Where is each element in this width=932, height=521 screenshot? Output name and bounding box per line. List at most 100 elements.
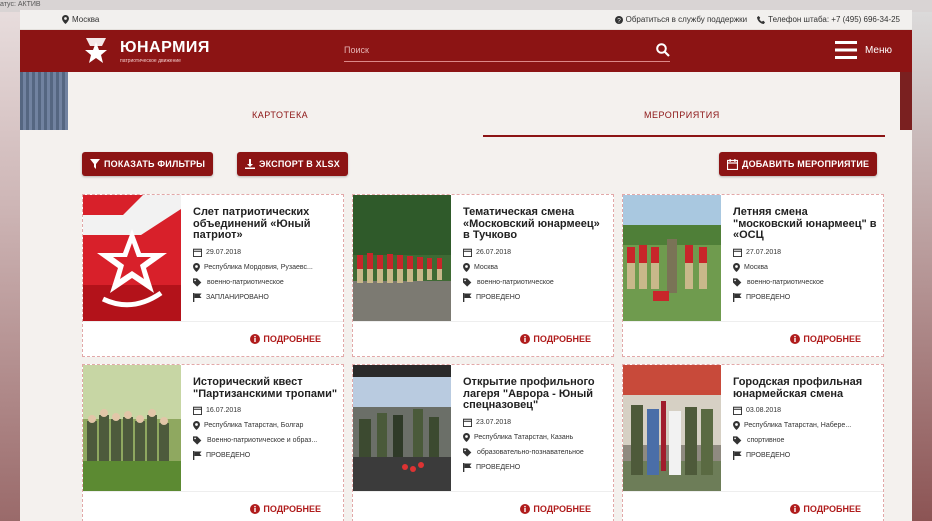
- event-category-text: военно-патриотическое: [477, 278, 554, 286]
- event-details: Городская профильная юнармейская смена 0…: [733, 376, 879, 463]
- site-logo[interactable]: ЮНАРМИЯ патриотическое движение: [76, 34, 210, 68]
- download-icon: [245, 159, 255, 169]
- event-location-text: Москва: [744, 263, 768, 271]
- tab-kartoteka[interactable]: КАРТОТЕКА: [252, 110, 308, 120]
- map-pin-icon: [463, 432, 470, 442]
- calendar-icon: [193, 406, 202, 415]
- tabs: КАРТОТЕКА МЕРОПРИЯТИЯ: [68, 72, 900, 137]
- event-details: Исторический квест "Партизанскими тропам…: [193, 376, 339, 463]
- event-card[interactable]: Городская профильная юнармейская смена 0…: [622, 364, 884, 521]
- details-link[interactable]: ПОДРОБНЕЕ: [520, 504, 591, 514]
- event-image: [623, 365, 721, 491]
- tags-icon: [463, 277, 472, 287]
- event-date: 29.07.2018: [193, 245, 339, 260]
- details-link[interactable]: ПОДРОБНЕЕ: [250, 504, 321, 514]
- export-xlsx-button[interactable]: ЭКСПОРТ В XLSX: [237, 152, 348, 176]
- event-image: [353, 195, 451, 321]
- event-title[interactable]: Открытие профильного лагеря "Аврора - Юн…: [463, 376, 609, 412]
- event-status-text: ПРОВЕДЕНО: [476, 293, 521, 301]
- location-selector[interactable]: Москва: [62, 15, 99, 24]
- event-details: Летняя смена "московский юнармеец" в «ОС…: [733, 206, 879, 305]
- event-date-text: 27.07.2018: [746, 248, 782, 256]
- calendar-icon: [193, 248, 202, 257]
- details-link[interactable]: ПОДРОБНЕЕ: [790, 334, 861, 344]
- event-category: военно-патриотическое: [733, 275, 879, 290]
- event-status-text: ЗАПЛАНИРОВАНО: [206, 293, 269, 301]
- event-image: [623, 195, 721, 321]
- event-card[interactable]: Открытие профильного лагеря "Аврора - Юн…: [352, 364, 614, 521]
- calendar-icon: [733, 248, 742, 257]
- event-location: Москва: [463, 260, 609, 275]
- info-icon: [790, 504, 801, 514]
- event-location-text: Москва: [474, 263, 498, 271]
- flag-icon: [463, 292, 472, 302]
- calendar-icon: [463, 248, 472, 257]
- event-title[interactable]: Исторический квест "Партизанскими тропам…: [193, 376, 339, 400]
- search-icon[interactable]: [656, 42, 670, 57]
- show-filters-label: ПОКАЗАТЬ ФИЛЬТРЫ: [104, 159, 206, 169]
- event-category: военно-патриотическое: [193, 275, 339, 290]
- question-icon: ?: [614, 15, 623, 24]
- event-details: Открытие профильного лагеря "Аврора - Юн…: [463, 376, 609, 475]
- add-event-label: ДОБАВИТЬ МЕРОПРИЯТИЕ: [742, 159, 870, 169]
- event-date: 23.07.2018: [463, 415, 609, 430]
- event-card[interactable]: Летняя смена "московский юнармеец" в «ОС…: [622, 194, 884, 357]
- main-header: ЮНАРМИЯ патриотическое движение Меню: [20, 30, 912, 72]
- event-title[interactable]: Городская профильная юнармейская смена: [733, 376, 879, 400]
- card-divider: [623, 321, 883, 322]
- phone-link[interactable]: Телефон штаба: +7 (495) 696-34-25: [757, 15, 900, 24]
- event-date-text: 26.07.2018: [476, 248, 512, 256]
- details-link[interactable]: ПОДРОБНЕЕ: [250, 334, 321, 344]
- menu-button[interactable]: Меню: [834, 41, 892, 59]
- card-divider: [83, 491, 343, 492]
- info-icon: [520, 504, 531, 514]
- page: Москва ? Обратиться в службу поддержки Т…: [20, 10, 912, 521]
- event-date: 26.07.2018: [463, 245, 609, 260]
- event-category-text: военно-патриотическое: [747, 278, 824, 286]
- map-pin-icon: [733, 421, 740, 430]
- event-date-text: 16.07.2018: [206, 407, 242, 414]
- show-filters-button[interactable]: ПОКАЗАТЬ ФИЛЬТРЫ: [82, 152, 214, 176]
- event-status: ПРОВЕДЕНО: [193, 448, 339, 463]
- event-location-text: Республика Татарстан, Казань: [474, 433, 574, 441]
- event-date: 27.07.2018: [733, 245, 879, 260]
- svg-text:?: ?: [617, 17, 621, 24]
- event-card[interactable]: Тематическая смена «Московский юнармеец»…: [352, 194, 614, 357]
- details-link[interactable]: ПОДРОБНЕЕ: [790, 504, 861, 514]
- event-title[interactable]: Слет патриотических объединений «Юный па…: [193, 206, 339, 242]
- details-link[interactable]: ПОДРОБНЕЕ: [520, 334, 591, 344]
- event-category-text: спортивное: [747, 437, 785, 444]
- logo-subtitle: патриотическое движение: [120, 57, 181, 64]
- phone-icon: [757, 15, 766, 24]
- event-image: [83, 195, 181, 321]
- flag-icon: [733, 292, 742, 302]
- event-status-text: ПРОВЕДЕНО: [206, 452, 251, 459]
- card-divider: [353, 321, 613, 322]
- event-location: Москва: [733, 260, 879, 275]
- tab-meropriyatiya[interactable]: МЕРОПРИЯТИЯ: [644, 110, 720, 120]
- hamburger-icon: [834, 41, 857, 59]
- tags-icon: [733, 436, 742, 445]
- details-label: ПОДРОБНЕЕ: [533, 334, 591, 344]
- event-title[interactable]: Тематическая смена «Московский юнармеец»…: [463, 206, 609, 242]
- event-title[interactable]: Летняя смена "московский юнармеец" в «ОС…: [733, 206, 879, 242]
- info-icon: [250, 334, 261, 344]
- event-status-text: ПРОВЕДЕНО: [746, 293, 791, 301]
- map-pin-icon: [733, 262, 740, 272]
- support-link[interactable]: ? Обратиться в службу поддержки: [614, 15, 747, 24]
- details-label: ПОДРОБНЕЕ: [263, 334, 321, 344]
- event-card[interactable]: Слет патриотических объединений «Юный па…: [82, 194, 344, 357]
- event-status: ПРОВЕДЕНО: [463, 290, 609, 305]
- event-image: [353, 365, 451, 491]
- event-location: Республика Мордовия, Рузаевс...: [193, 260, 339, 275]
- menu-label: Меню: [864, 44, 892, 56]
- tags-icon: [733, 277, 742, 287]
- search-input[interactable]: [344, 44, 634, 55]
- event-category-text: военно-патриотическое: [207, 278, 284, 286]
- background-status-text: атус: АКТИВ: [0, 1, 41, 8]
- location-label: Москва: [72, 15, 100, 24]
- event-category-text: Военно-патриотическое и образ...: [207, 437, 318, 444]
- active-tab-underline: [483, 135, 885, 137]
- add-event-button[interactable]: ДОБАВИТЬ МЕРОПРИЯТИЕ: [719, 152, 878, 176]
- event-card[interactable]: Исторический квест "Партизанскими тропам…: [82, 364, 344, 521]
